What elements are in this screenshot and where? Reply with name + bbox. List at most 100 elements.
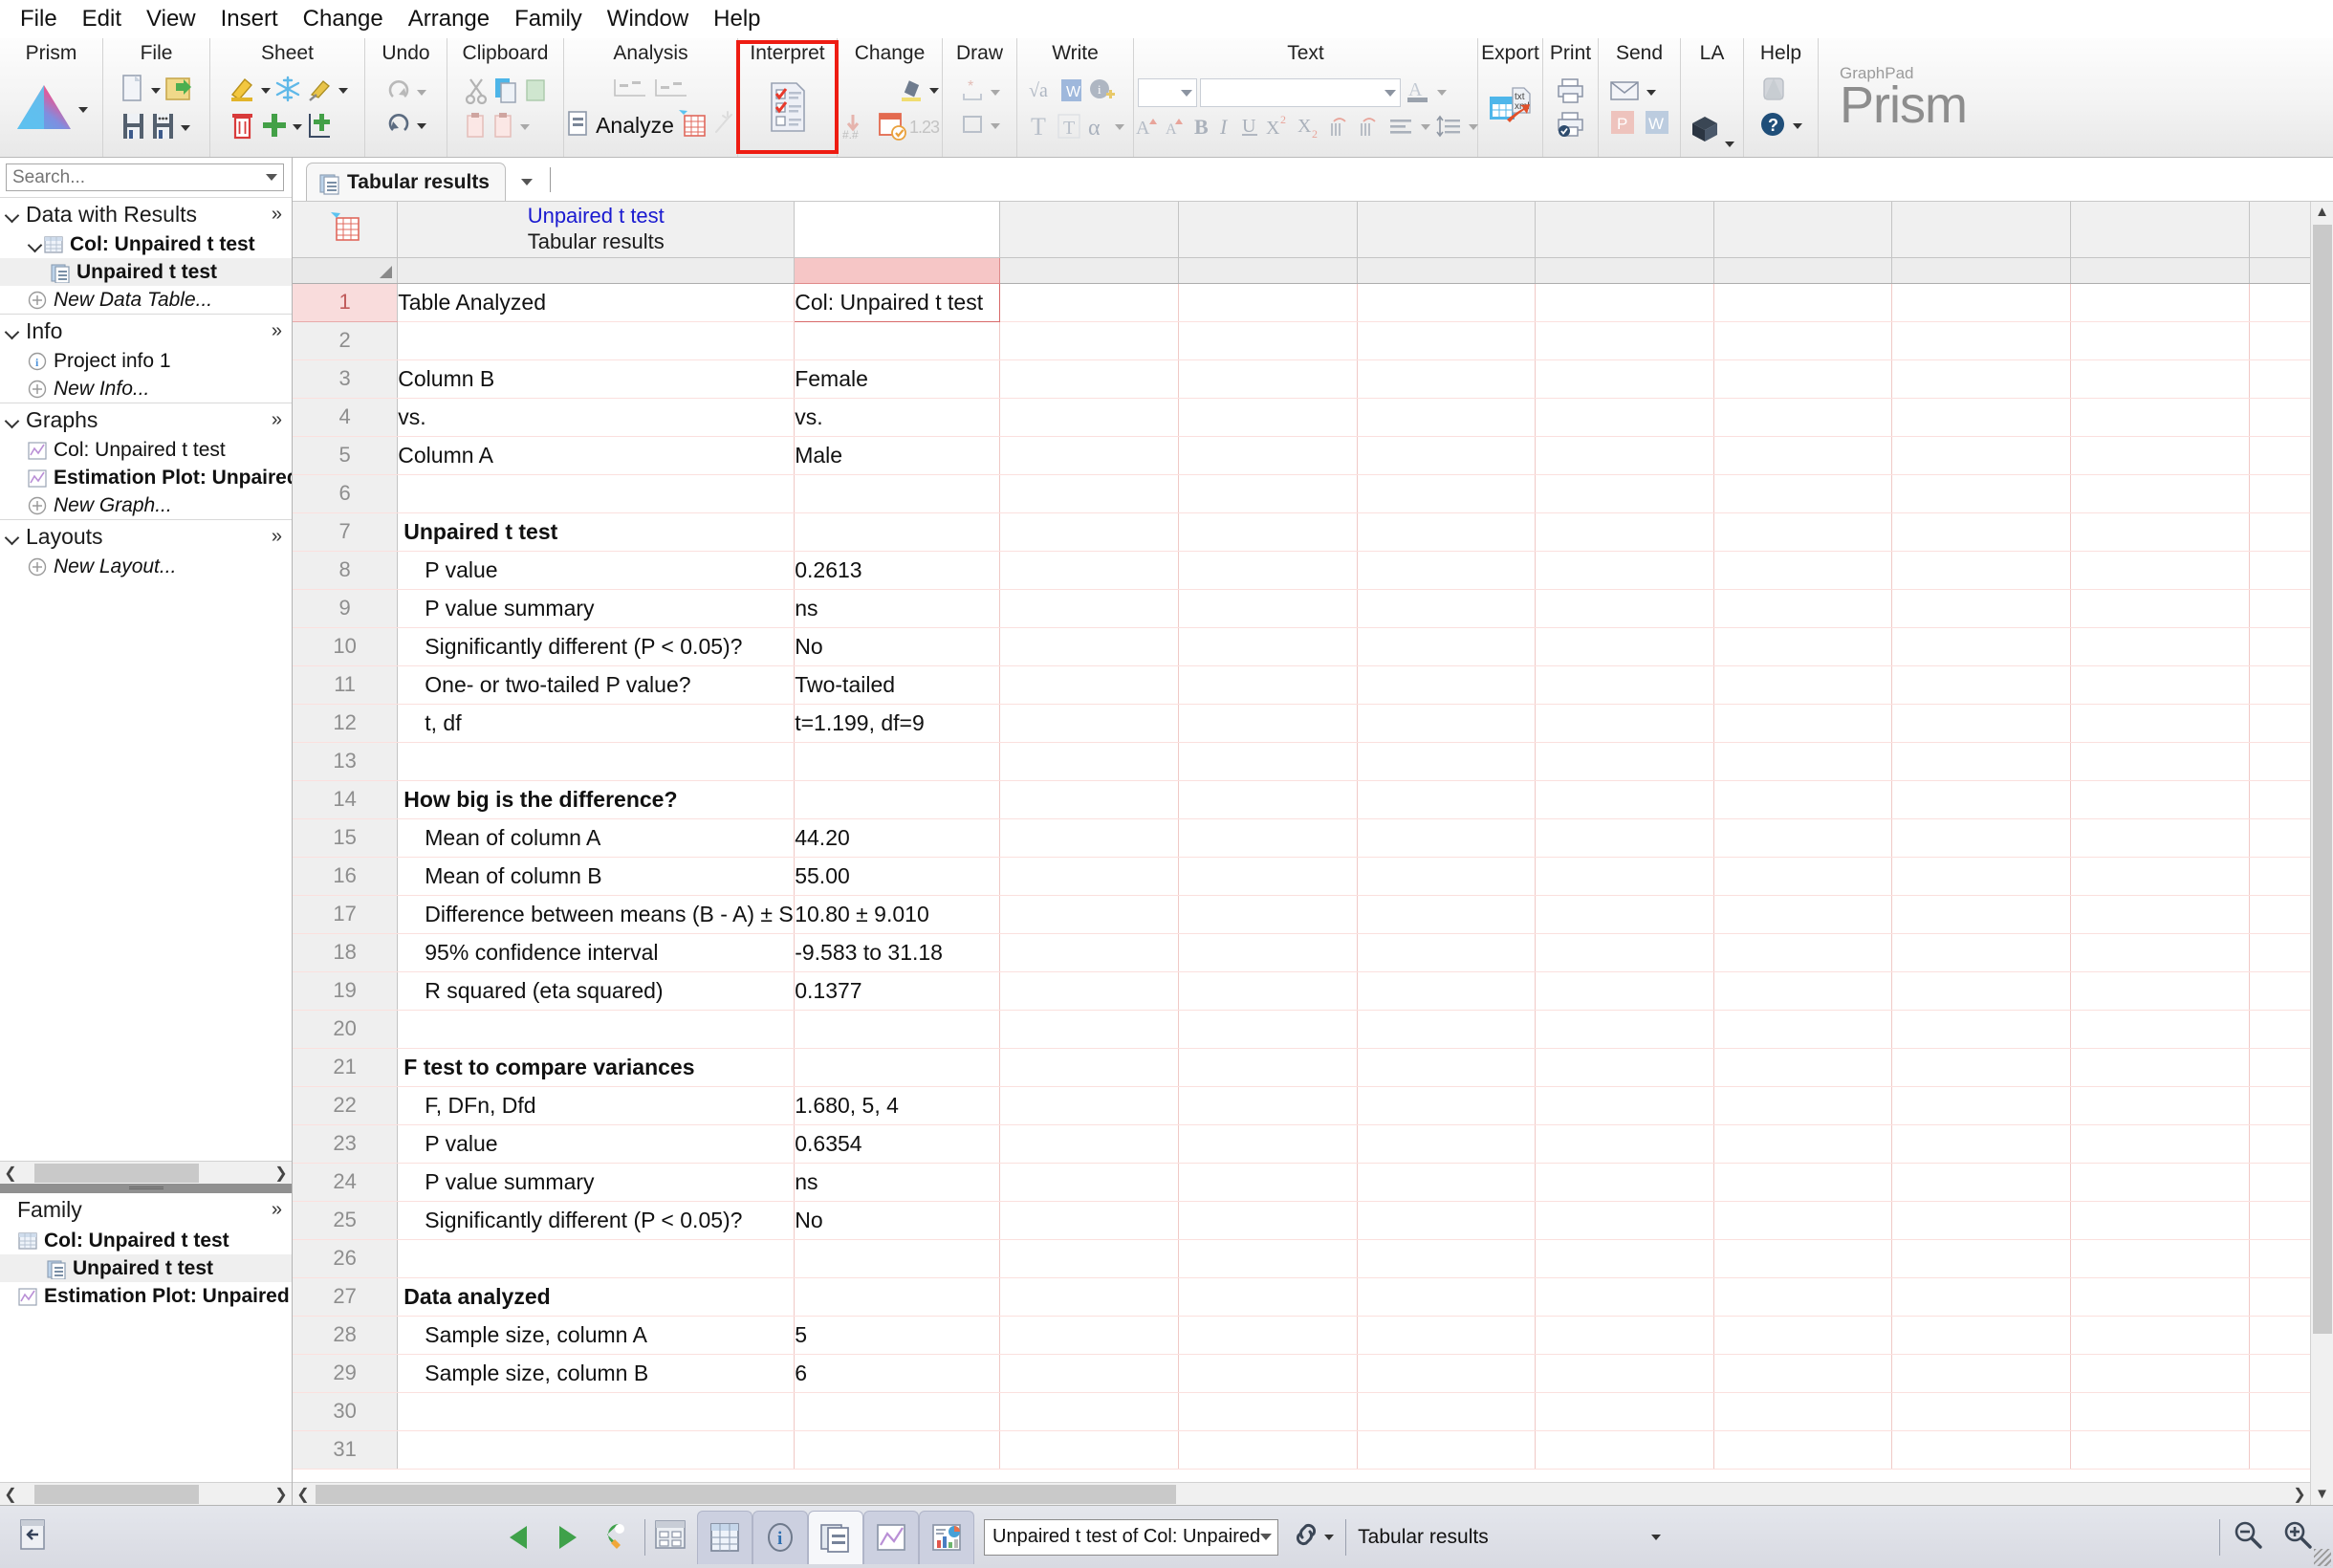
row-number[interactable]: 23	[293, 1124, 399, 1164]
ribbon-group-interpret[interactable]: Interpret	[736, 38, 839, 157]
empty-cell[interactable]	[2249, 933, 2310, 972]
empty-cell[interactable]	[1357, 551, 1537, 590]
chevron-down-icon[interactable]	[6, 533, 20, 541]
row-number[interactable]: 9	[293, 589, 399, 628]
empty-cell[interactable]	[1178, 1277, 1358, 1317]
empty-cell[interactable]	[2070, 818, 2250, 858]
empty-cell[interactable]	[2070, 1124, 2250, 1164]
empty-cell[interactable]	[1713, 704, 1893, 743]
column-header[interactable]	[1535, 257, 1714, 284]
table-row[interactable]: 12 t, df t=1.199, df=9	[293, 704, 2310, 743]
empty-cell[interactable]	[1357, 1201, 1537, 1240]
nav-section-more-icon[interactable]: »	[272, 320, 292, 342]
select-all-corner-button[interactable]	[293, 257, 399, 284]
empty-cell[interactable]	[1357, 818, 1537, 858]
empty-cell[interactable]	[2070, 1430, 2250, 1470]
empty-cell[interactable]	[1713, 818, 1893, 858]
empty-cell[interactable]	[1178, 627, 1358, 666]
empty-cell[interactable]	[999, 857, 1179, 896]
empty-cell[interactable]	[1891, 818, 2072, 858]
empty-cell[interactable]	[1713, 398, 1893, 437]
empty-cell[interactable]	[1713, 1239, 1893, 1278]
row-number[interactable]: 11	[293, 665, 399, 705]
row-value[interactable]: Male	[794, 436, 1001, 475]
sheet-vertical-scrollbar[interactable]: ▲ ▼	[2310, 202, 2333, 1505]
scroll-left-arrow-icon[interactable]: ❮	[0, 1164, 21, 1183]
empty-cell[interactable]	[1535, 1086, 1714, 1125]
table-row[interactable]: 20	[293, 1010, 2310, 1049]
empty-cell[interactable]	[1891, 1354, 2072, 1393]
empty-cell[interactable]	[1891, 359, 2072, 399]
empty-cell[interactable]	[1178, 895, 1358, 934]
empty-cell[interactable]	[1891, 971, 2072, 1011]
empty-cell[interactable]	[999, 933, 1179, 972]
table-row[interactable]: 9 P value summary ns	[293, 589, 2310, 628]
empty-cell[interactable]	[1535, 895, 1714, 934]
menu-help[interactable]: Help	[701, 6, 773, 33]
table-row[interactable]: 30	[293, 1392, 2310, 1431]
menu-insert[interactable]: Insert	[208, 6, 291, 33]
empty-cell[interactable]	[1891, 780, 2072, 819]
empty-cell[interactable]	[1357, 742, 1537, 781]
empty-cell[interactable]	[2070, 1277, 2250, 1317]
empty-cell[interactable]	[1713, 359, 1893, 399]
empty-cell[interactable]	[2249, 1048, 2310, 1087]
empty-cell[interactable]	[1357, 933, 1537, 972]
empty-cell[interactable]	[999, 818, 1179, 858]
row-number[interactable]: 16	[293, 857, 399, 896]
empty-cell[interactable]	[2249, 321, 2310, 360]
row-number[interactable]: 30	[293, 1392, 399, 1431]
empty-cell[interactable]	[1178, 283, 1358, 322]
fill-color-caret-icon[interactable]	[929, 88, 940, 94]
family-horizontal-scrollbar[interactable]: ❮ ❯	[0, 1482, 292, 1505]
export-icon[interactable]: txt xml	[1488, 85, 1534, 134]
row-value[interactable]: 0.6354	[794, 1124, 1001, 1164]
nav-section-header[interactable]: Data with Results »	[0, 197, 292, 230]
empty-cell[interactable]	[1891, 1277, 2072, 1317]
empty-cell[interactable]	[1357, 1392, 1537, 1431]
row-value[interactable]	[794, 1048, 1001, 1087]
empty-cell[interactable]	[2070, 436, 2250, 475]
scroll-right-arrow-icon[interactable]: ❯	[271, 1164, 292, 1183]
table-row[interactable]: 24 P value summary ns	[293, 1163, 2310, 1202]
menu-family[interactable]: Family	[502, 6, 595, 33]
empty-cell[interactable]	[1357, 1163, 1537, 1202]
row-number[interactable]: 21	[293, 1048, 399, 1087]
save-as-icon[interactable]	[149, 111, 176, 146]
empty-cell[interactable]	[1178, 1163, 1358, 1202]
empty-cell[interactable]	[1891, 398, 2072, 437]
row-number[interactable]: 29	[293, 1354, 399, 1393]
row-number[interactable]: 14	[293, 780, 399, 819]
font-size-select[interactable]	[1137, 78, 1197, 107]
empty-cell[interactable]	[999, 474, 1179, 513]
copy-icon[interactable]	[492, 76, 519, 109]
empty-cell[interactable]	[1357, 1124, 1537, 1164]
empty-cell[interactable]	[1891, 1316, 2072, 1355]
empty-cell[interactable]	[1891, 1086, 2072, 1125]
menu-view[interactable]: View	[134, 6, 208, 33]
empty-cell[interactable]	[999, 1124, 1179, 1164]
word-export-icon[interactable]: W	[1644, 109, 1670, 141]
empty-cell[interactable]	[1357, 1354, 1537, 1393]
scroll-track[interactable]	[21, 1163, 271, 1184]
empty-cell[interactable]	[1535, 1354, 1714, 1393]
empty-cell[interactable]	[1178, 474, 1358, 513]
empty-cell[interactable]	[1535, 474, 1714, 513]
scroll-thumb[interactable]	[2312, 225, 2332, 1334]
empty-cell[interactable]	[999, 1430, 1179, 1470]
empty-cell[interactable]	[999, 1354, 1179, 1393]
empty-cell[interactable]	[2249, 742, 2310, 781]
empty-cell[interactable]	[2070, 1316, 2250, 1355]
empty-cell[interactable]	[1178, 1086, 1358, 1125]
row-value[interactable]: 44.20	[794, 818, 1001, 858]
row-value[interactable]	[794, 1277, 1001, 1317]
scroll-thumb[interactable]	[316, 1484, 1176, 1504]
empty-cell[interactable]	[1535, 1316, 1714, 1355]
table-row[interactable]: 28 Sample size, column A 5	[293, 1316, 2310, 1355]
empty-cell[interactable]	[1535, 704, 1714, 743]
search-input[interactable]: Search...	[6, 163, 284, 191]
empty-cell[interactable]	[1357, 436, 1537, 475]
row-value[interactable]: 0.2613	[794, 551, 1001, 590]
navigator-horizontal-scrollbar[interactable]: ❮ ❯	[0, 1161, 292, 1184]
tab-overflow-chevron-icon[interactable]	[506, 163, 548, 201]
